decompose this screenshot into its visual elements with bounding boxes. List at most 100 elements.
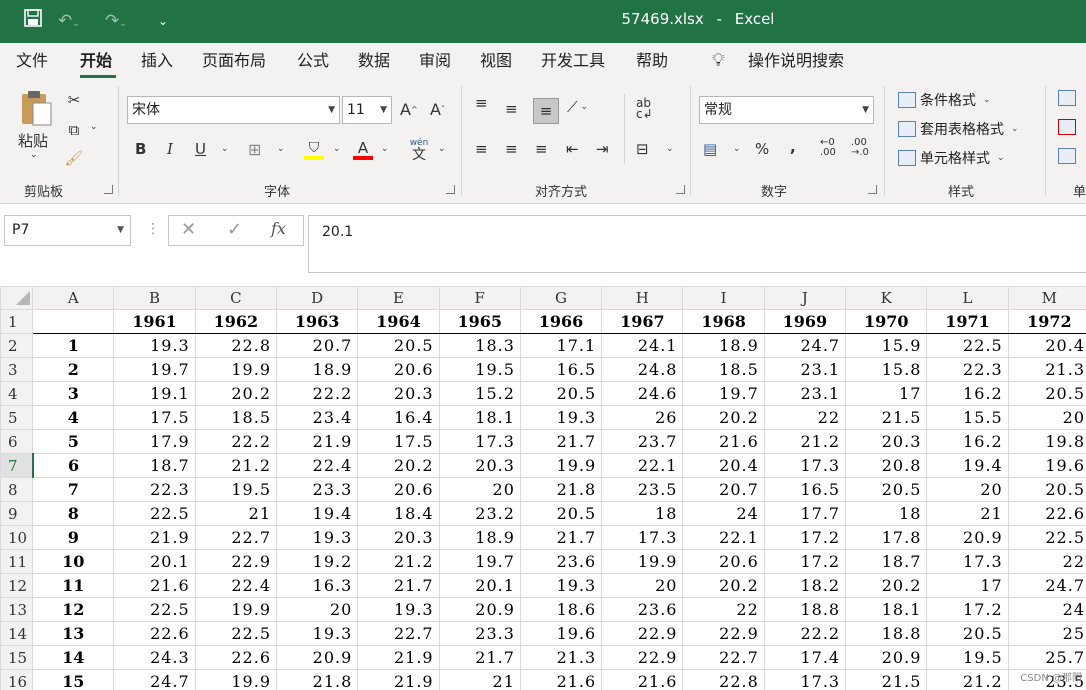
copy-icon[interactable]: ⧉ (64, 120, 84, 140)
tab-developer[interactable]: 开发工具 (541, 51, 605, 71)
value-cell[interactable]: 22.5 (113, 597, 196, 622)
merge-center-icon[interactable]: ⊟ (636, 140, 649, 158)
fill-color-dropdown-icon[interactable]: ⌄ (333, 144, 341, 154)
value-cell[interactable]: 21.2 (357, 549, 440, 574)
value-cell[interactable]: 23.3 (275, 477, 359, 502)
value-cell[interactable]: 20.5 (926, 621, 1009, 646)
font-name-select[interactable]: 宋体 ▼ (127, 96, 340, 124)
value-cell[interactable]: 20.9 (438, 597, 521, 622)
value-cell[interactable]: 23.5 (601, 477, 684, 502)
value-cell[interactable]: 19.7 (113, 357, 196, 382)
value-cell[interactable]: 17.8 (845, 525, 928, 550)
value-cell[interactable]: 18.2 (763, 573, 847, 598)
row-header[interactable]: 5 (0, 405, 34, 430)
paste-icon[interactable] (16, 88, 56, 128)
value-cell[interactable]: 22.2 (275, 381, 359, 406)
value-cell[interactable]: 17 (845, 381, 928, 406)
column-header-j[interactable]: J (763, 286, 847, 310)
value-cell[interactable]: 21.5 (845, 669, 928, 690)
value-cell[interactable]: 19.6 (519, 621, 603, 646)
value-cell[interactable]: 20.7 (275, 333, 359, 358)
value-cell[interactable]: 21.3 (519, 645, 603, 670)
value-cell[interactable]: 18 (601, 501, 684, 526)
value-cell[interactable]: 20.5 (1007, 381, 1086, 406)
value-cell[interactable]: 17.3 (763, 669, 847, 690)
value-cell[interactable]: 19.3 (113, 333, 196, 358)
accounting-dropdown-icon[interactable]: ⌄ (733, 144, 741, 154)
tab-data[interactable]: 数据 (358, 51, 390, 71)
year-header-cell[interactable]: 1964 (357, 309, 440, 334)
row-header[interactable]: 15 (0, 645, 34, 670)
value-cell[interactable]: 18.8 (763, 597, 847, 622)
value-cell[interactable]: 19.1 (113, 381, 196, 406)
value-cell[interactable]: 19.2 (275, 549, 359, 574)
value-cell[interactable]: 22 (682, 597, 765, 622)
borders-icon[interactable]: ⊞ (248, 140, 261, 159)
value-cell[interactable]: 23.1 (763, 381, 847, 406)
value-cell[interactable]: 22.5 (926, 333, 1009, 358)
value-cell[interactable]: 19.6 (1007, 453, 1086, 478)
row-header[interactable]: 7 (0, 453, 34, 478)
value-cell[interactable]: 17.9 (113, 429, 196, 454)
value-cell[interactable]: 17.3 (763, 453, 847, 478)
value-cell[interactable]: 20.5 (519, 501, 603, 526)
paste-dropdown-icon[interactable]: ⌄ (30, 150, 38, 160)
fill-color-icon[interactable]: ⛉ (303, 138, 325, 162)
value-cell[interactable]: 17.7 (763, 501, 847, 526)
value-cell[interactable]: 19.3 (357, 597, 440, 622)
value-cell[interactable]: 18.9 (682, 333, 765, 358)
value-cell[interactable]: 19.5 (926, 645, 1009, 670)
value-cell[interactable]: 19.5 (438, 357, 521, 382)
column-header-c[interactable]: C (194, 286, 278, 310)
merge-dropdown-icon[interactable]: ⌄ (666, 144, 674, 154)
value-cell[interactable]: 20.4 (1007, 333, 1086, 358)
value-cell[interactable]: 22.6 (194, 645, 278, 670)
year-header-cell[interactable]: 1968 (682, 309, 765, 334)
tell-me-search[interactable]: 操作说明搜索 (748, 51, 844, 71)
column-header-f[interactable]: F (438, 286, 521, 310)
value-cell[interactable]: 24.1 (601, 333, 684, 358)
value-cell[interactable]: 20 (438, 477, 521, 502)
value-cell[interactable]: 20.2 (682, 573, 765, 598)
value-cell[interactable]: 24.6 (601, 381, 684, 406)
value-cell[interactable]: 20.1 (438, 573, 521, 598)
underline-dropdown-icon[interactable]: ⌄ (221, 144, 229, 154)
value-cell[interactable]: 22.1 (682, 525, 765, 550)
value-cell[interactable]: 19.9 (519, 453, 603, 478)
tab-home[interactable]: 开始 (80, 51, 112, 71)
column-header-k[interactable]: K (845, 286, 928, 310)
value-cell[interactable]: 21.3 (1007, 357, 1086, 382)
value-cell[interactable]: 20.5 (1007, 477, 1086, 502)
value-cell[interactable]: 25 (1007, 621, 1086, 646)
value-cell[interactable]: 19.9 (194, 597, 278, 622)
year-header-cell[interactable]: 1965 (438, 309, 521, 334)
value-cell[interactable]: 21 (194, 501, 278, 526)
decrease-indent-icon[interactable]: ⇤ (566, 140, 579, 158)
value-cell[interactable]: 21.6 (519, 669, 603, 690)
value-cell[interactable]: 18.7 (845, 549, 928, 574)
value-cell[interactable]: 22.5 (1007, 525, 1086, 550)
value-cell[interactable]: 22.9 (194, 549, 278, 574)
column-header-m[interactable]: M (1007, 286, 1086, 310)
value-cell[interactable]: 23.4 (275, 405, 359, 430)
value-cell[interactable]: 21.2 (763, 429, 847, 454)
insert-function-button[interactable]: fx (271, 219, 286, 238)
tab-view[interactable]: 视图 (480, 51, 512, 71)
value-cell[interactable]: 17.3 (926, 549, 1009, 574)
index-cell[interactable]: 8 (32, 501, 115, 526)
value-cell[interactable]: 20.5 (845, 477, 928, 502)
decrease-font-size-icon[interactable]: Aˇ (430, 100, 445, 119)
value-cell[interactable]: 21.9 (357, 669, 440, 690)
row-header[interactable]: 4 (0, 381, 34, 406)
value-cell[interactable]: 22.5 (113, 501, 196, 526)
value-cell[interactable]: 19.4 (926, 453, 1009, 478)
value-cell[interactable]: 20.4 (682, 453, 765, 478)
align-left-icon[interactable]: ≡ (475, 140, 488, 158)
accounting-format-icon[interactable]: ▤ (703, 140, 717, 158)
conditional-formatting-button[interactable]: 条件格式 ⌄ (898, 90, 991, 110)
value-cell[interactable]: 22.9 (601, 645, 684, 670)
index-cell[interactable]: 13 (32, 621, 115, 646)
align-middle-icon[interactable]: ≡ (505, 100, 518, 118)
value-cell[interactable]: 16.5 (519, 357, 603, 382)
value-cell[interactable]: 22.3 (926, 357, 1009, 382)
